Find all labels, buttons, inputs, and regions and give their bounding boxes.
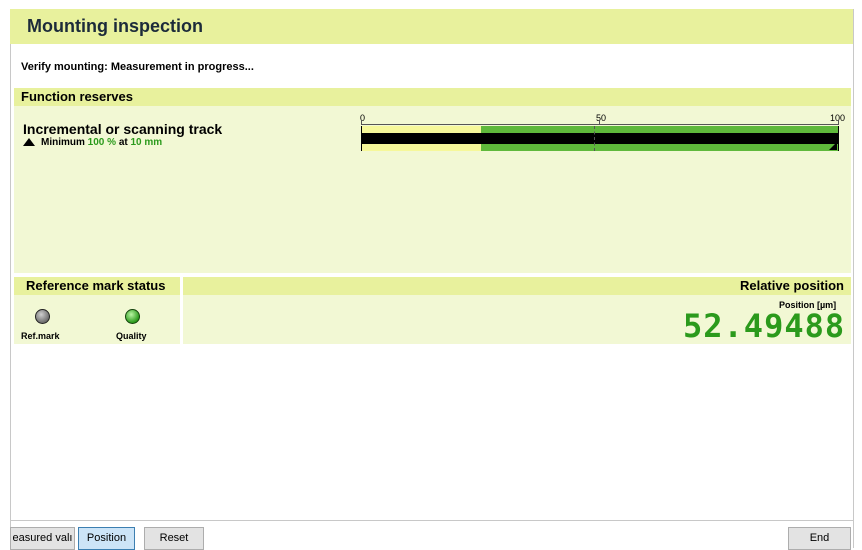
end-button[interactable]: End bbox=[788, 527, 851, 550]
scale-tick bbox=[838, 120, 839, 125]
ref-mark-label: Ref.mark bbox=[21, 331, 60, 341]
quality-label: Quality bbox=[116, 331, 147, 341]
minimum-prefix: Minimum bbox=[41, 137, 85, 148]
reserve-bar-midline bbox=[594, 126, 595, 151]
scale-label-mid: 50 bbox=[596, 113, 607, 123]
reference-mark-title: Reference mark status bbox=[26, 278, 166, 293]
scale-tick bbox=[599, 120, 600, 125]
corner-marker-icon bbox=[829, 142, 837, 150]
footer-divider bbox=[10, 520, 853, 521]
measured-values-button[interactable]: easured valı bbox=[10, 527, 75, 550]
page-title: Mounting inspection bbox=[27, 16, 203, 36]
track-title: Incremental or scanning track bbox=[23, 121, 223, 137]
relative-position-title: Relative position bbox=[739, 278, 844, 293]
ref-mark-led-icon bbox=[35, 309, 50, 324]
reserve-bar bbox=[361, 126, 839, 151]
reset-button[interactable]: Reset bbox=[144, 527, 204, 550]
relative-position-header: Relative position bbox=[183, 277, 851, 295]
reference-mark-header: Reference mark status bbox=[14, 277, 180, 295]
title-bar: Mounting inspection bbox=[10, 9, 853, 44]
function-reserves-title: Function reserves bbox=[21, 89, 133, 104]
position-readout: 52.49488 bbox=[683, 307, 846, 345]
reserve-bar-black bbox=[362, 133, 838, 144]
track-minimum: Minimum 100 % at 10 mm bbox=[23, 137, 162, 148]
function-reserves-header: Function reserves bbox=[14, 88, 851, 106]
minimum-at: at bbox=[118, 137, 128, 148]
triangle-up-icon bbox=[23, 138, 35, 146]
minimum-distance: 10 mm bbox=[130, 137, 163, 148]
status-message: Verify mounting: Measurement in progress… bbox=[21, 61, 254, 73]
minimum-value: 100 % bbox=[87, 137, 117, 148]
scale-rule bbox=[361, 124, 839, 125]
scale-tick bbox=[361, 120, 362, 125]
quality-led-icon bbox=[125, 309, 140, 324]
position-button[interactable]: Position bbox=[78, 527, 135, 550]
